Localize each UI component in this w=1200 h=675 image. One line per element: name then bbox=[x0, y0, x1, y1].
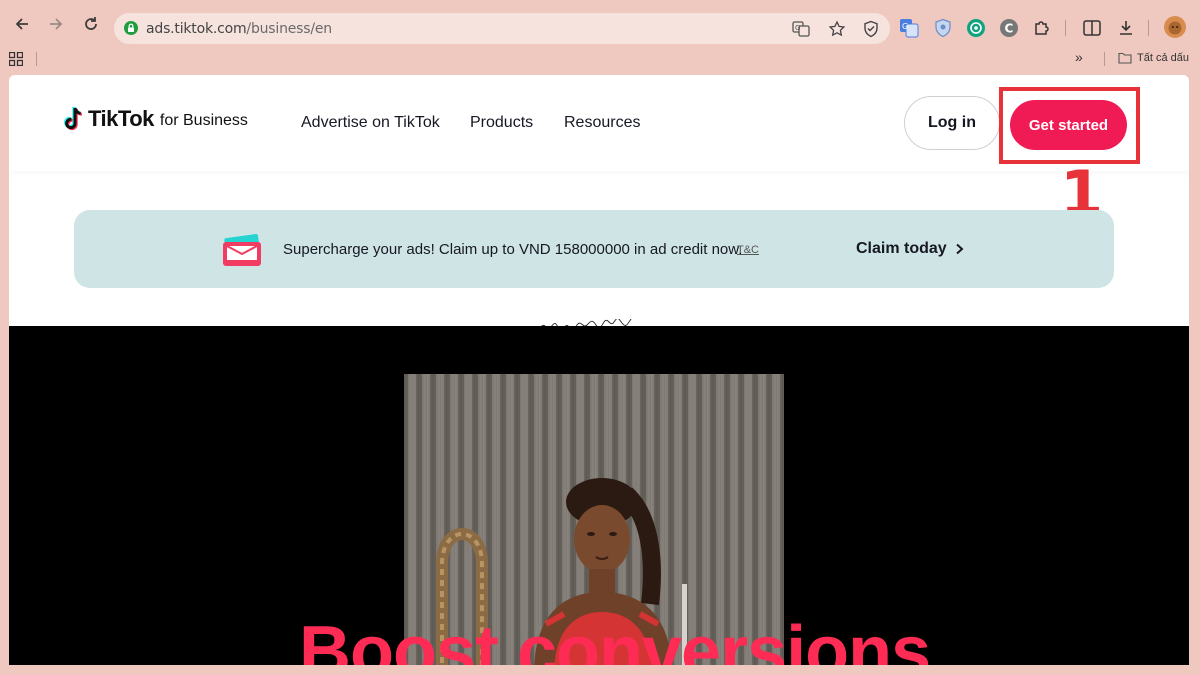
bookmarks-divider bbox=[36, 52, 37, 66]
hero-headline: Boost conversions bbox=[299, 612, 931, 665]
shield-icon[interactable] bbox=[862, 20, 880, 38]
page-viewport: TikTok for Business Advertise on TikTok … bbox=[9, 75, 1189, 665]
translate-icon[interactable]: G bbox=[792, 20, 810, 38]
url-text[interactable]: ads.tiktok.com/business/en bbox=[146, 21, 332, 37]
nav-products[interactable]: Products bbox=[470, 114, 533, 132]
profile-avatar-icon[interactable] bbox=[1164, 16, 1186, 38]
nav-advertise[interactable]: Advertise on TikTok bbox=[301, 114, 440, 132]
step-highlight-box bbox=[999, 87, 1140, 164]
forward-icon[interactable] bbox=[46, 14, 66, 34]
hero-section: Boost conversions bbox=[9, 326, 1189, 665]
back-icon[interactable] bbox=[12, 14, 32, 34]
site-info-icon[interactable] bbox=[124, 21, 138, 35]
chatgpt-extension-icon[interactable] bbox=[966, 18, 986, 38]
address-bar[interactable]: ads.tiktok.com/business/en G bbox=[114, 13, 890, 44]
more-bookmarks-chevron-icon[interactable]: » bbox=[1075, 49, 1083, 65]
extensions-puzzle-icon[interactable] bbox=[1032, 18, 1052, 38]
grammar-extension-icon[interactable]: C bbox=[999, 18, 1019, 38]
folder-icon bbox=[1118, 52, 1132, 64]
terms-link[interactable]: T&C bbox=[737, 244, 759, 256]
side-panel-icon[interactable] bbox=[1082, 18, 1102, 38]
bookmarks-bar: » Tất cả dấu bbox=[0, 48, 1200, 72]
bookmark-star-icon[interactable] bbox=[828, 20, 846, 38]
browser-toolbar: ads.tiktok.com/business/en G G C bbox=[0, 0, 1200, 48]
svg-text:G: G bbox=[795, 24, 800, 32]
chevron-right-icon bbox=[956, 243, 964, 255]
claim-today-label: Claim today bbox=[856, 240, 947, 257]
claim-today-link[interactable]: Claim today bbox=[856, 240, 964, 258]
privacy-shield-extension-icon[interactable] bbox=[933, 18, 953, 38]
google-translate-extension-icon[interactable]: G bbox=[899, 18, 919, 38]
promo-text: Supercharge your ads! Claim up to VND 15… bbox=[283, 241, 743, 258]
apps-grid-icon[interactable] bbox=[9, 52, 23, 66]
bookmarks-divider bbox=[1104, 52, 1105, 66]
svg-text:C: C bbox=[1005, 22, 1014, 36]
tiktok-note-icon bbox=[63, 106, 83, 131]
promo-banner: Supercharge your ads! Claim up to VND 15… bbox=[74, 210, 1114, 288]
logo-subtitle: for Business bbox=[159, 111, 248, 129]
all-bookmarks-label[interactable]: Tất cả dấu bbox=[1137, 52, 1189, 64]
toolbar-divider bbox=[1148, 20, 1149, 36]
svg-text:G: G bbox=[902, 22, 908, 31]
logo-wordmark: TikTok bbox=[88, 106, 154, 131]
tiktok-business-logo[interactable]: TikTok for Business bbox=[62, 105, 248, 133]
download-icon[interactable] bbox=[1116, 18, 1136, 38]
nav-resources[interactable]: Resources bbox=[564, 114, 640, 132]
toolbar-divider bbox=[1065, 20, 1066, 36]
reload-icon[interactable] bbox=[81, 14, 101, 34]
ad-credit-envelope-icon bbox=[223, 233, 261, 266]
login-button[interactable]: Log in bbox=[904, 96, 1000, 150]
